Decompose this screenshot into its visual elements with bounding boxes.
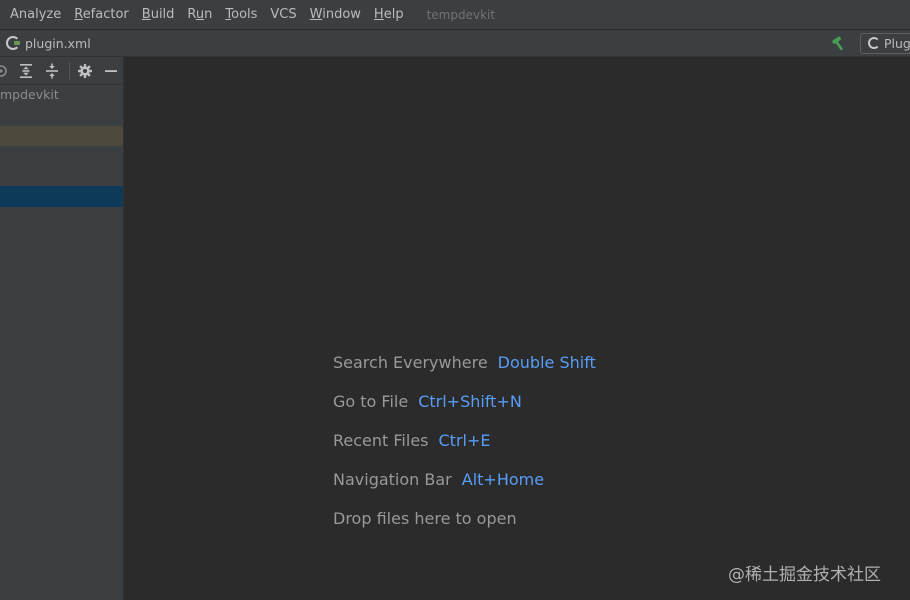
menu-run[interactable]: Run bbox=[187, 7, 212, 22]
menu-vcs[interactable]: VCS bbox=[270, 7, 296, 22]
project-tool-window: mpdevkit bbox=[0, 57, 124, 600]
run-configuration-label: Plug bbox=[884, 35, 910, 51]
menu-bar: Analyze Refactor Build Run Tools VCS Win… bbox=[0, 0, 910, 29]
empty-editor-hints: Search Everywhere Double Shift Go to File… bbox=[333, 353, 596, 548]
project-title: tempdevkit bbox=[426, 7, 496, 22]
hint-shortcut: Ctrl+E bbox=[438, 431, 491, 450]
plugin-config-icon bbox=[868, 37, 880, 49]
toolbar-separator bbox=[69, 62, 70, 80]
collapse-all-icon[interactable] bbox=[43, 62, 61, 80]
navigation-bar: plugin.xml Plug bbox=[0, 29, 910, 57]
hint-shortcut: Double Shift bbox=[497, 353, 596, 372]
hint-recent-files: Recent Files Ctrl+E bbox=[333, 431, 596, 470]
hint-label: Drop files here to open bbox=[333, 509, 517, 528]
hint-drop-files: Drop files here to open bbox=[333, 509, 596, 548]
menu-analyze[interactable]: Analyze bbox=[10, 7, 61, 22]
hint-label: Go to File bbox=[333, 392, 409, 411]
hint-label: Search Everywhere bbox=[333, 353, 488, 372]
tree-row-selected[interactable] bbox=[0, 186, 123, 207]
menu-window[interactable]: Window bbox=[310, 7, 361, 22]
hint-go-to-file: Go to File Ctrl+Shift+N bbox=[333, 392, 596, 431]
menu-tools[interactable]: Tools bbox=[225, 7, 257, 22]
locate-file-icon[interactable] bbox=[0, 62, 10, 80]
menu-help[interactable]: Help bbox=[374, 7, 404, 22]
hint-shortcut: Ctrl+Shift+N bbox=[418, 392, 522, 411]
plugin-file-icon bbox=[6, 36, 20, 50]
watermark-text: @稀土掘金技术社区 bbox=[728, 565, 881, 585]
menu-refactor[interactable]: Refactor bbox=[74, 7, 129, 22]
menu-build[interactable]: Build bbox=[142, 7, 175, 22]
toolbar-right: Plug bbox=[830, 30, 910, 56]
editor-area[interactable]: Search Everywhere Double Shift Go to File… bbox=[125, 57, 910, 600]
breadcrumb-file[interactable]: plugin.xml bbox=[6, 36, 91, 51]
expand-all-icon[interactable] bbox=[17, 62, 35, 80]
hint-label: Navigation Bar bbox=[333, 470, 452, 489]
build-hammer-icon[interactable] bbox=[830, 34, 848, 52]
breadcrumb-file-label: plugin.xml bbox=[25, 35, 91, 51]
hint-label: Recent Files bbox=[333, 431, 429, 450]
project-tree-root[interactable]: mpdevkit bbox=[0, 87, 124, 102]
tree-row-highlighted[interactable] bbox=[0, 126, 123, 146]
hide-panel-icon[interactable] bbox=[102, 62, 120, 80]
hint-shortcut: Alt+Home bbox=[461, 470, 545, 489]
gear-icon[interactable] bbox=[76, 62, 94, 80]
project-panel-toolbar bbox=[0, 57, 123, 85]
hint-search-everywhere: Search Everywhere Double Shift bbox=[333, 353, 596, 392]
hint-navigation-bar: Navigation Bar Alt+Home bbox=[333, 470, 596, 509]
run-configuration-selector[interactable]: Plug bbox=[860, 32, 910, 54]
